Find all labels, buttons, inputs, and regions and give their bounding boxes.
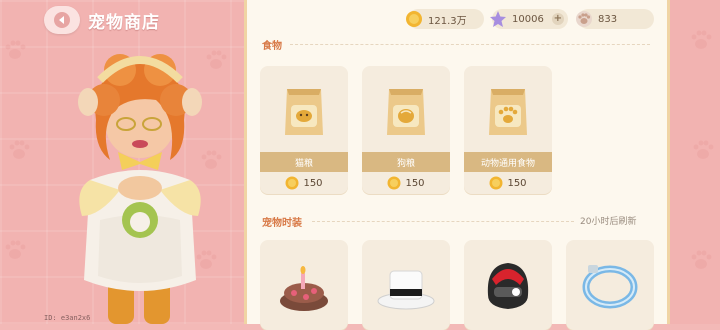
character-preview-panel: ID: e3an2x6	[0, 0, 250, 324]
star-value: 10006	[512, 13, 544, 25]
section-title-pet-fashion: 宠物时装	[262, 218, 302, 229]
item-name: 动物通用食物	[464, 152, 552, 172]
item-name: 狗粮	[362, 152, 450, 172]
debug-id-text: ID: e3an2x6	[44, 314, 91, 322]
red-helmet-icon	[487, 263, 529, 309]
section-title-food: 食物	[262, 41, 282, 52]
blue-collar-icon	[582, 265, 638, 309]
cat-food-bag-icon	[285, 89, 323, 135]
gold-coin-balance[interactable]: 121.3万	[406, 9, 484, 29]
paw-pattern-icon	[693, 140, 714, 159]
right-pattern-strip	[670, 0, 720, 324]
section-divider	[312, 221, 574, 222]
animal-food-bag-icon	[489, 89, 527, 135]
dog-food-bag-icon	[387, 89, 425, 135]
shop-item-dog-food[interactable]: 狗粮 150	[362, 66, 450, 194]
gold-coin-icon	[387, 176, 401, 190]
birthday-cake-hat-icon	[280, 266, 328, 311]
add-star-button[interactable]: +	[551, 13, 564, 25]
shop-item-cake-hat[interactable]	[260, 240, 348, 330]
item-price: 150	[303, 177, 323, 189]
gold-coin-icon	[285, 176, 299, 190]
item-name: 猫粮	[260, 152, 348, 172]
section-divider	[290, 44, 650, 45]
gold-coin-value: 121.3万	[428, 15, 467, 27]
player-character	[60, 40, 220, 324]
shop-item-top-hat[interactable]	[362, 240, 450, 330]
item-price: 150	[405, 177, 425, 189]
shop-item-animal-food[interactable]: 动物通用食物 150	[464, 66, 552, 194]
paw-pattern-icon	[5, 240, 26, 259]
shop-item-collar[interactable]	[566, 240, 654, 330]
shop-item-cat-food[interactable]: 猫粮 150	[260, 66, 348, 194]
paw-pattern-icon	[691, 250, 712, 269]
purple-star-icon	[488, 9, 508, 29]
paw-pattern-icon	[5, 40, 26, 59]
gold-coin-icon	[404, 9, 424, 29]
paw-pattern-icon	[691, 30, 712, 49]
paw-pattern-icon	[9, 140, 30, 159]
gold-coin-icon	[489, 176, 503, 190]
back-button[interactable]	[44, 6, 80, 34]
item-price: 150	[507, 177, 527, 189]
shop-item-helmet[interactable]	[464, 240, 552, 330]
refresh-timer: 20小时后刷新	[580, 217, 637, 227]
paw-token-balance[interactable]: 833	[576, 9, 654, 29]
back-arrow-icon	[54, 12, 70, 28]
white-top-hat-icon	[377, 270, 435, 310]
star-balance[interactable]: 10006 +	[490, 9, 568, 29]
paw-token-icon	[574, 9, 594, 29]
page-title: 宠物商店	[88, 13, 160, 33]
paw-token-value: 833	[598, 13, 618, 25]
